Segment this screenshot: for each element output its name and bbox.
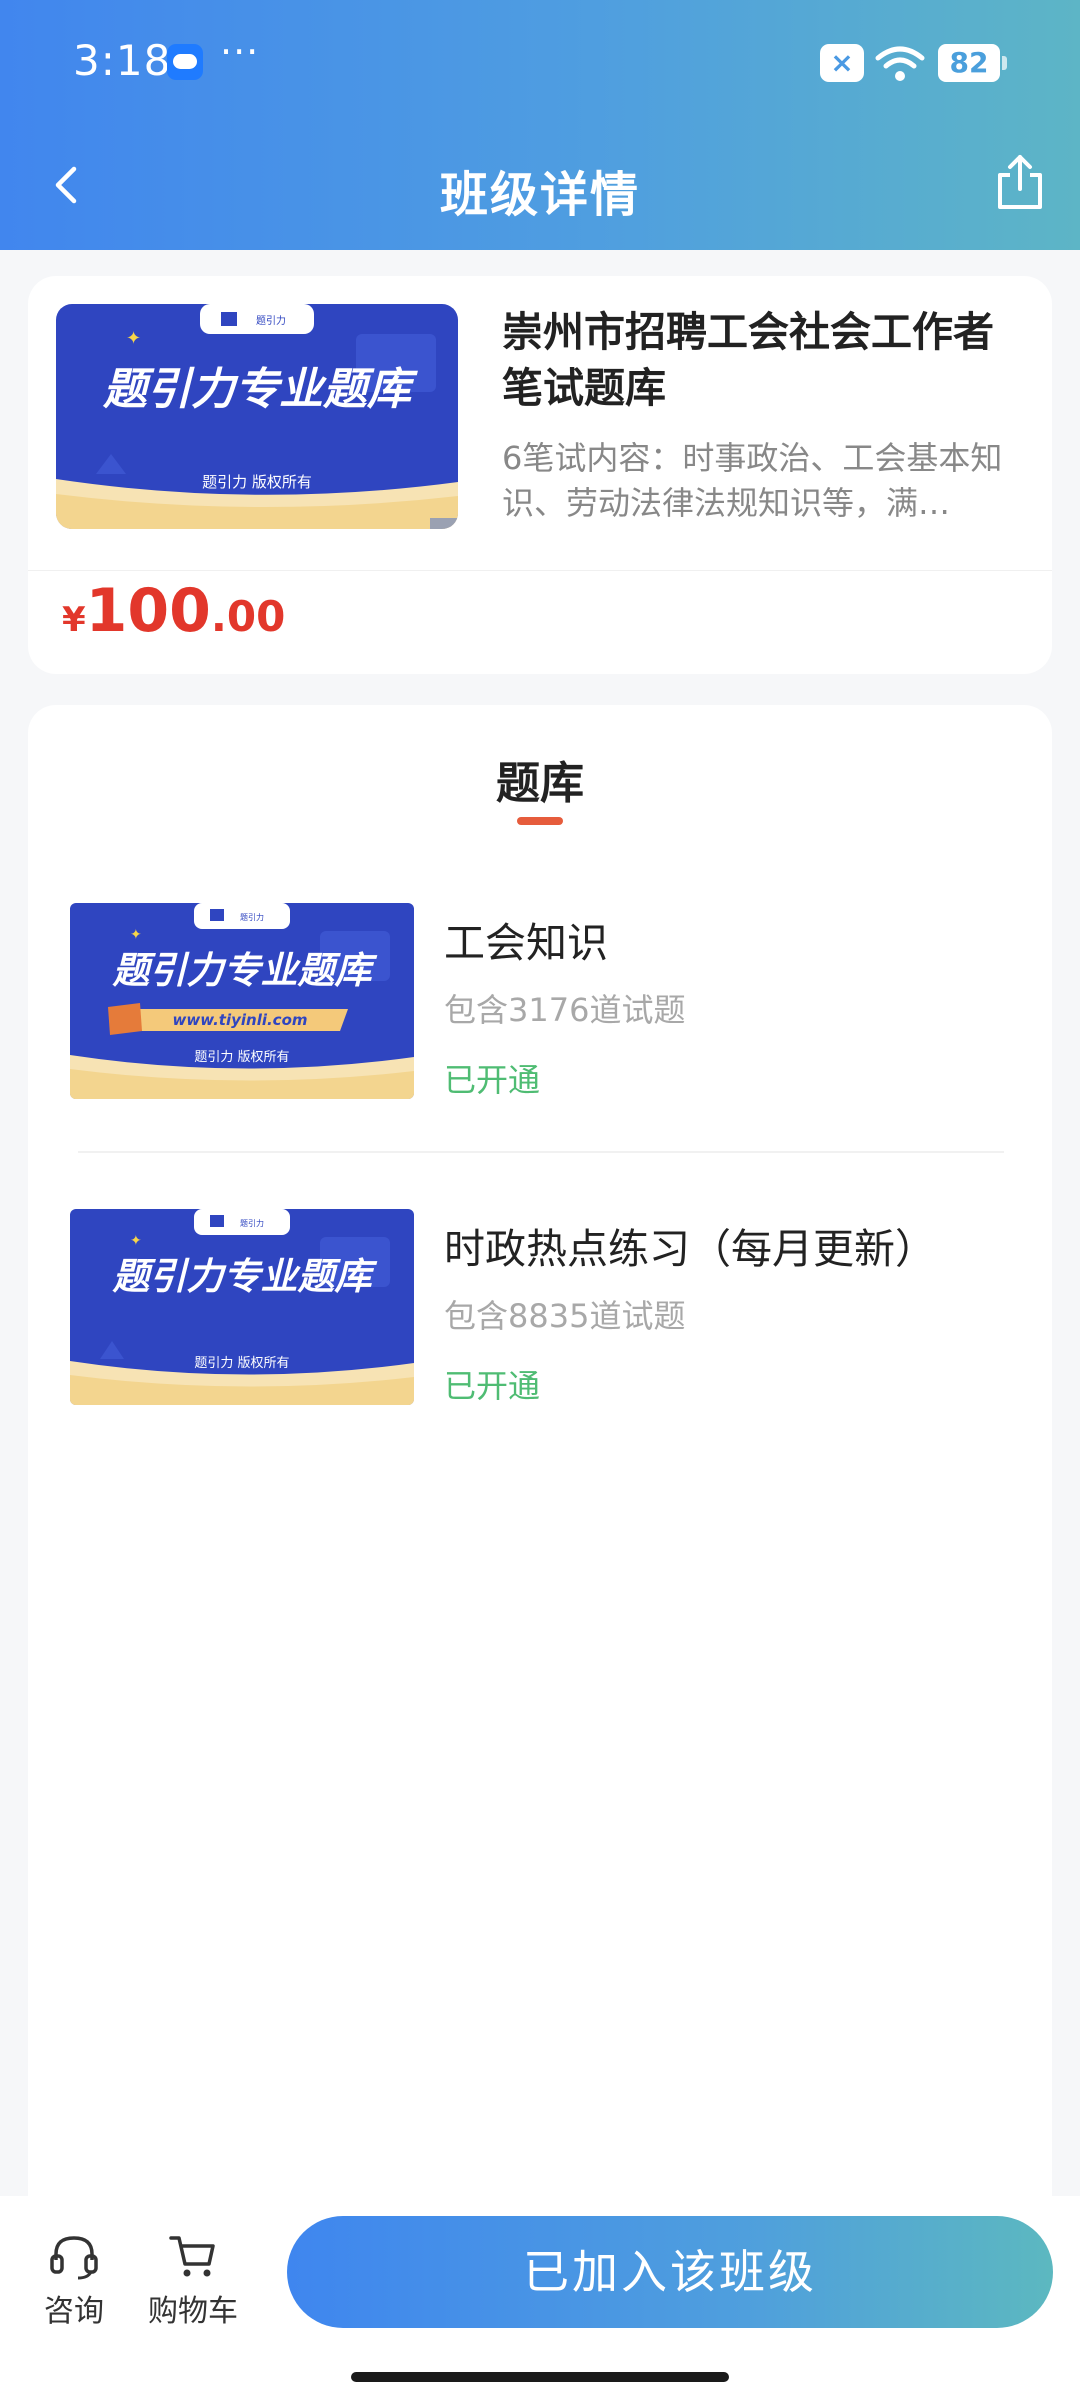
cover-copyright: 题引力 版权所有 xyxy=(202,473,312,491)
shopping-cart-icon xyxy=(169,2236,215,2277)
card-divider xyxy=(28,570,1052,571)
consult-button[interactable]: 咨询 xyxy=(24,2232,124,2330)
status-time: 3:18 xyxy=(73,36,172,85)
svg-text:✦: ✦ xyxy=(126,328,141,349)
more-notifications-icon: ··· xyxy=(220,30,260,74)
svg-text:✦: ✦ xyxy=(130,1233,142,1249)
course-info-card[interactable]: 题引力 ✦ 题引力专业题库 题引力 版权所有 崇州市招聘工会社会工作者笔试题库 … xyxy=(28,276,1052,674)
headset-icon xyxy=(50,2236,98,2280)
class-detail-page: 3:18 ··· × 82 班级详情 题引力 ✦ 题引力专业题库 题引力 版权所… xyxy=(0,0,1080,2400)
item-divider xyxy=(78,1151,1004,1153)
bank-item-cover-image: 题引力 ✦ 题引力专业题库 题引力 版权所有 xyxy=(70,1209,414,1405)
cover-copyright: 题引力 版权所有 xyxy=(194,1049,289,1065)
price-decimal: .00 xyxy=(210,592,286,641)
course-price: ¥100.00 xyxy=(62,576,285,646)
home-indicator[interactable] xyxy=(351,2372,729,2382)
cover-brand: 题引力 xyxy=(240,1218,264,1228)
joined-class-button[interactable]: 已加入该班级 xyxy=(287,2216,1053,2328)
cart-label: 购物车 xyxy=(148,2294,238,2329)
course-title: 崇州市招聘工会社会工作者笔试题库 xyxy=(502,308,994,412)
bank-item-name: 工会知识 xyxy=(444,919,608,967)
bank-item-count: 包含3176道试题 xyxy=(444,991,686,1029)
bank-item[interactable]: 题引力 ✦ 题引力专业题库 www.tiyinli.com 题引力 版权所有 工… xyxy=(68,903,1028,1099)
cover-url: www.tiyinli.com xyxy=(172,1011,307,1029)
header: 3:18 ··· × 82 班级详情 xyxy=(0,0,1080,250)
bank-item-status: 已开通 xyxy=(444,1061,541,1099)
cover-headline: 题引力专业题库 xyxy=(102,364,418,415)
weather-app-icon xyxy=(167,44,203,80)
bottom-action-bar: 咨询 购物车 已加入该班级 xyxy=(0,2196,1080,2400)
cover-copyright: 题引力 版权所有 xyxy=(194,1355,289,1371)
tab-question-bank[interactable]: 题库 xyxy=(28,747,1052,811)
tab-indicator xyxy=(517,817,563,825)
bank-item-cover-image: 题引力 ✦ 题引力专业题库 www.tiyinli.com 题引力 版权所有 xyxy=(70,903,414,1099)
nav-bar: 班级详情 xyxy=(0,125,1080,250)
bank-item[interactable]: 题引力 ✦ 题引力专业题库 题引力 版权所有 时政热点练习（每月更新） 包含88… xyxy=(68,1209,1028,1405)
cover-brand: 题引力 xyxy=(240,912,264,922)
bank-item-name: 时政热点练习（每月更新） xyxy=(444,1225,936,1273)
question-bank-section: 题库 题引力 ✦ 题引力专业题库 www.tiyinli.com 题引力 版权所… xyxy=(28,705,1052,2400)
wifi-icon xyxy=(875,46,925,81)
share-icon[interactable] xyxy=(990,151,1050,215)
course-cover-image: 题引力 ✦ 题引力专业题库 题引力 版权所有 xyxy=(56,304,458,529)
bank-item-status: 已开通 xyxy=(444,1367,541,1405)
page-title: 班级详情 xyxy=(439,167,640,223)
battery-indicator: 82 xyxy=(938,44,1007,82)
cover-headline: 题引力专业题库 xyxy=(112,1255,378,1298)
cover-headline: 题引力专业题库 xyxy=(112,949,378,992)
cart-button[interactable]: 购物车 xyxy=(143,2232,243,2330)
price-integer: 100 xyxy=(85,576,211,646)
status-bar: 3:18 ··· × 82 xyxy=(0,0,1080,125)
svg-text:✦: ✦ xyxy=(130,927,142,943)
bank-item-count: 包含8835道试题 xyxy=(444,1297,686,1335)
course-description: 6笔试内容：时事政治、工会基本知识、劳动法律法规知识等，满… xyxy=(502,439,1003,522)
price-symbol: ¥ xyxy=(62,600,86,640)
close-badge-icon: × xyxy=(820,44,864,82)
cover-brand: 题引力 xyxy=(256,314,286,327)
consult-label: 咨询 xyxy=(44,2294,104,2329)
